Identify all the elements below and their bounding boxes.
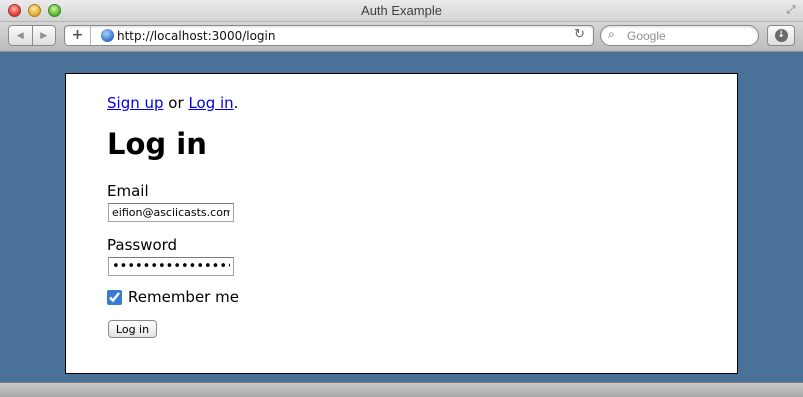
remember-me-row: Remember me (107, 288, 239, 306)
auth-links: Sign up or Log in. (107, 94, 238, 112)
downloads-button[interactable]: ↓ (767, 25, 795, 46)
magnifier-icon[interactable]: ⌕ (608, 27, 615, 42)
search-bar[interactable]: ⌕ (600, 25, 759, 46)
login-link[interactable]: Log in (188, 94, 233, 112)
window-title: Auth Example (361, 3, 442, 18)
back-button[interactable]: ◀ (9, 26, 32, 45)
password-field[interactable] (108, 257, 234, 276)
window-titlebar: Auth Example ⤢ (0, 0, 803, 22)
page-container: Sign up or Log in. Log in Email Password… (65, 73, 738, 374)
status-bar (0, 382, 803, 397)
reload-icon[interactable]: ↻ (574, 27, 585, 42)
page-title: Log in (107, 127, 207, 161)
password-label: Password (107, 236, 178, 254)
nav-period: . (233, 94, 239, 112)
remember-me-label[interactable]: Remember me (128, 288, 239, 306)
browser-toolbar: ◀ ▶ + http://localhost:3000/login ↻ ⌕ ↓ (0, 22, 803, 52)
search-input[interactable] (627, 26, 753, 45)
add-bookmark-button[interactable]: + (65, 26, 91, 45)
login-submit-button[interactable]: Log in (108, 320, 157, 338)
remember-me-checkbox[interactable] (107, 289, 122, 305)
download-icon: ↓ (774, 29, 788, 42)
plus-icon: + (71, 27, 84, 43)
history-nav: ◀ ▶ (8, 25, 56, 46)
forward-arrow-icon: ▶ (40, 30, 48, 41)
signup-link[interactable]: Sign up (107, 94, 164, 112)
url-text[interactable]: http://localhost:3000/login (117, 29, 275, 43)
email-label: Email (107, 182, 149, 200)
globe-icon (101, 29, 114, 42)
nav-separator: or (168, 94, 184, 112)
address-bar[interactable]: + http://localhost:3000/login ↻ (64, 25, 594, 46)
email-field[interactable] (108, 203, 234, 222)
back-arrow-icon: ◀ (16, 30, 24, 41)
resize-arrows-icon[interactable]: ⤢ (785, 4, 797, 16)
forward-button[interactable]: ▶ (31, 26, 56, 45)
